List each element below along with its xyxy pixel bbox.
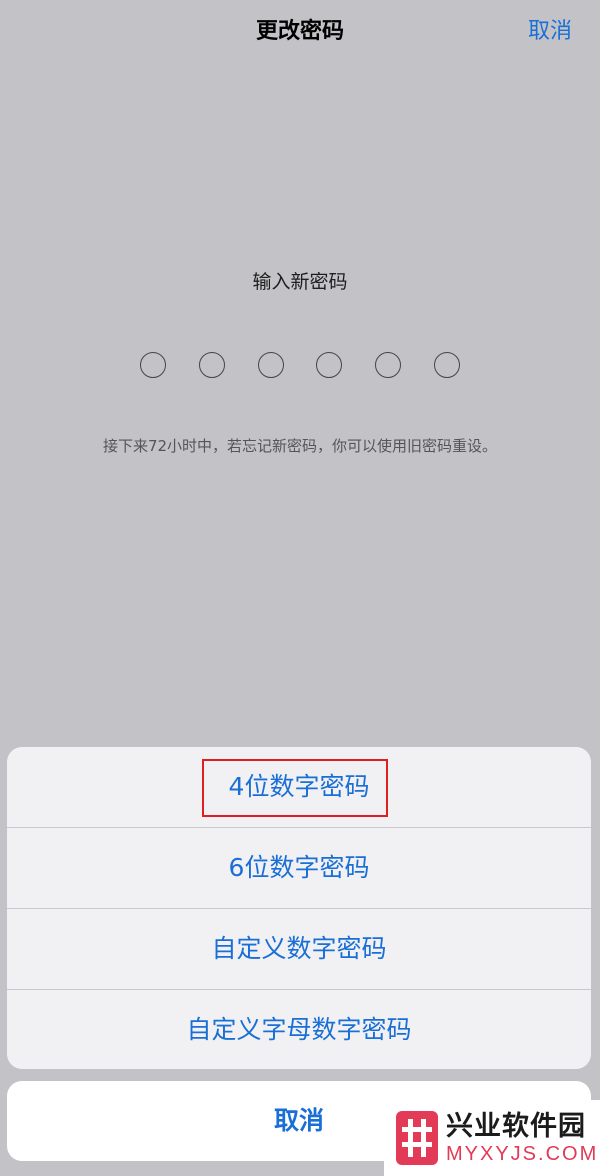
passcode-options-sheet: 4位数字密码 6位数字密码 自定义数字密码 自定义字母数字密码: [7, 747, 591, 1069]
site-logo-icon: [394, 1107, 440, 1169]
watermark: 兴业软件园 MYXYJS.COM: [384, 1100, 600, 1176]
passcode-hint: 接下来72小时中，若忘记新密码，你可以使用旧密码重设。: [102, 437, 498, 455]
option-custom-numeric[interactable]: 自定义数字密码: [7, 909, 591, 989]
passcode-dot: [198, 352, 225, 378]
passcode-dot: [257, 352, 284, 378]
option-custom-alphanumeric[interactable]: 自定义字母数字密码: [7, 990, 591, 1069]
watermark-name: 兴业软件园: [446, 1111, 586, 1142]
passcode-prompt: 输入新密码: [252, 271, 348, 293]
option-4-digit[interactable]: 4位数字密码: [7, 747, 591, 827]
passcode-dot: [140, 352, 166, 378]
passcode-dot: [316, 352, 343, 378]
passcode-dots: [140, 352, 460, 380]
cancel-button[interactable]: 取消: [528, 14, 572, 50]
passcode-dot: [433, 352, 460, 378]
watermark-domain: MYXYJS.COM: [446, 1143, 599, 1165]
option-6-digit[interactable]: 6位数字密码: [7, 828, 591, 908]
page-title: 更改密码: [255, 19, 344, 44]
passcode-dot: [375, 352, 402, 378]
